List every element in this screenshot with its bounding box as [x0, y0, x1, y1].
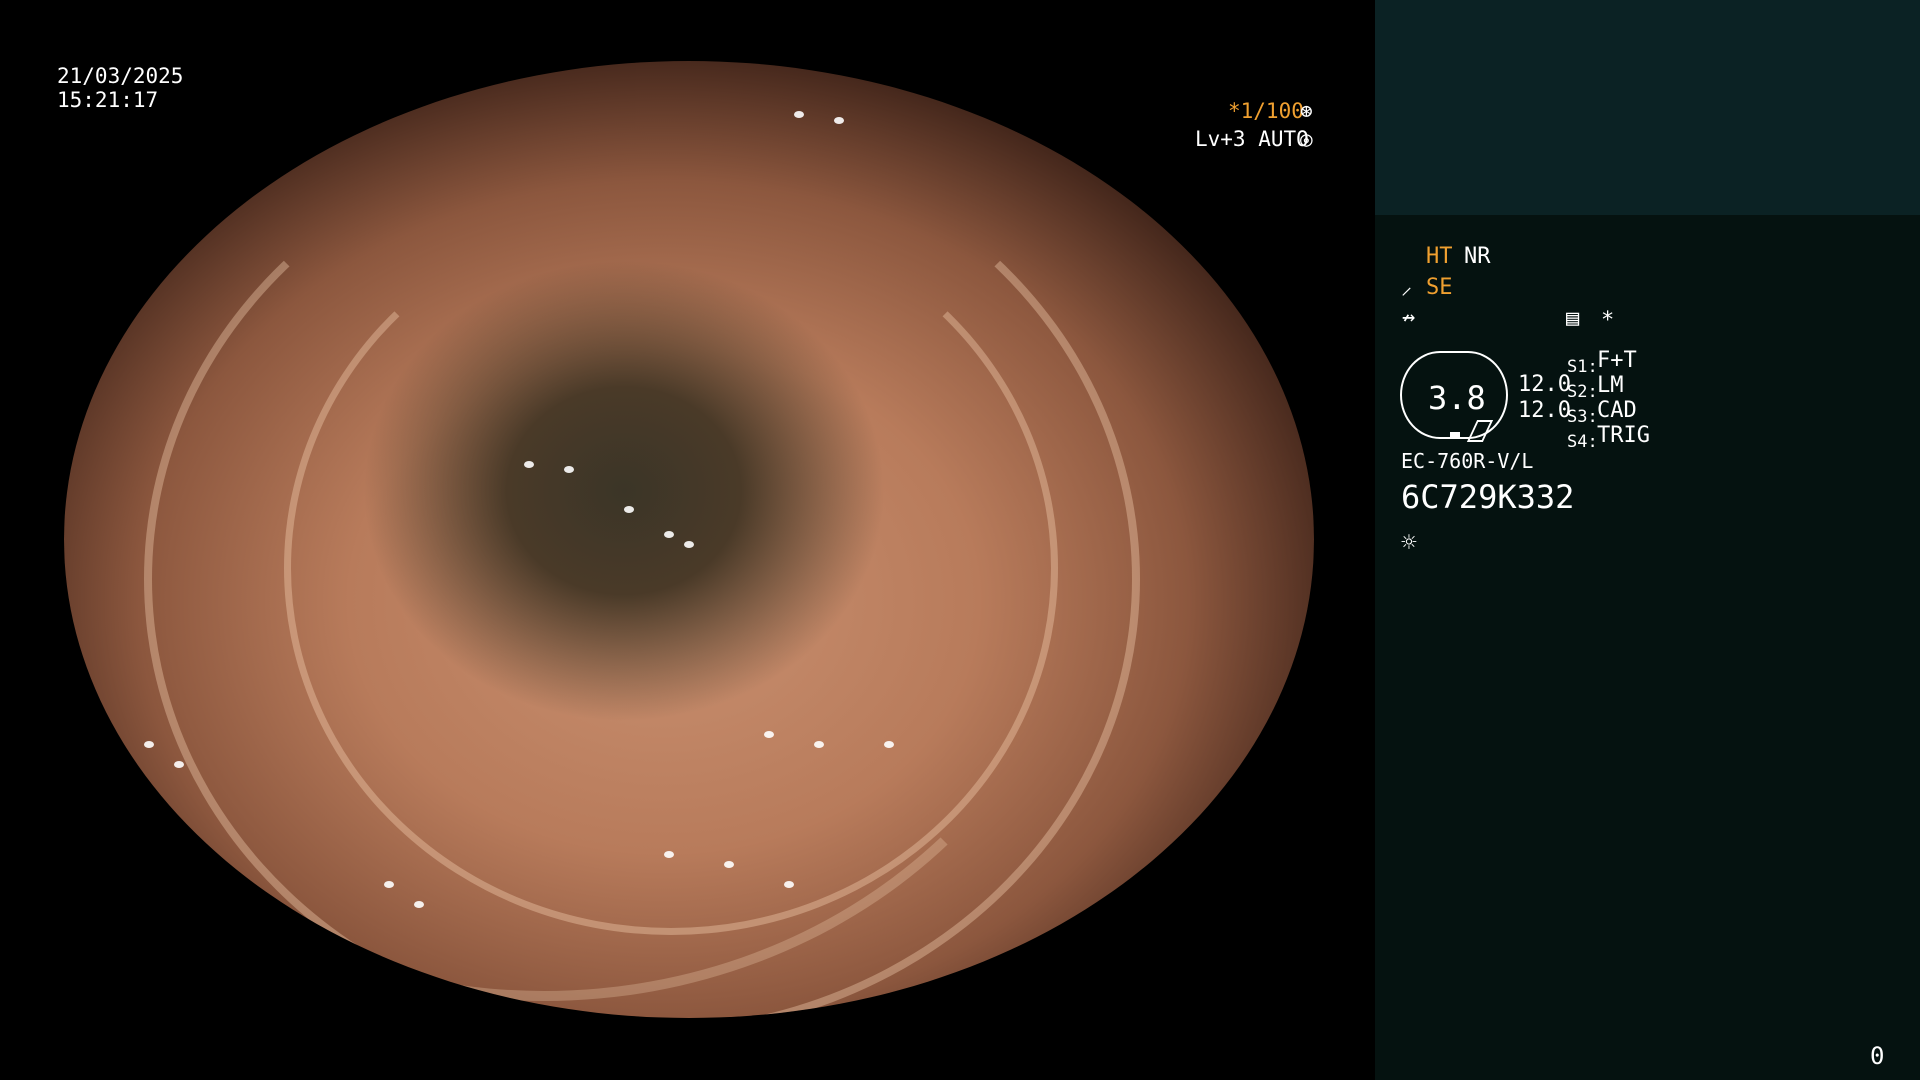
sun-icon: ☼	[1401, 528, 1417, 558]
level-label: Lv+3 AUTO	[1195, 127, 1309, 151]
aperture-icon: ⊛	[1300, 99, 1313, 123]
settings-icon: ▤	[1566, 306, 1580, 331]
switch-value-3: CAD	[1597, 398, 1637, 423]
info-panel-top	[1375, 0, 1920, 215]
endoscopic-image	[64, 61, 1314, 1018]
shutter-label: *1/100	[1228, 99, 1304, 123]
date-label: 21/03/2025	[57, 64, 184, 88]
scope-serial: 6C729K332	[1401, 478, 1575, 516]
info-panel	[1375, 215, 1920, 1080]
scope-icon: ⸝	[1401, 275, 1413, 300]
value-1: 12.0	[1518, 372, 1571, 397]
frame-counter: 0	[1870, 1042, 1885, 1070]
iris-icon: ◎	[1300, 127, 1313, 151]
switch-value-2: LM	[1597, 373, 1624, 398]
scope-model: EC-760R-V/L	[1401, 449, 1534, 473]
time-label: 15:21:17	[57, 88, 159, 112]
switch-key-2: S2:	[1567, 382, 1598, 402]
value-2: 12.0	[1518, 398, 1571, 423]
switch-value-4: TRIG	[1597, 423, 1650, 448]
lens-marker	[1450, 432, 1460, 439]
star-label: *	[1601, 308, 1615, 333]
switch-key-3: S3:	[1567, 407, 1598, 427]
switch-key-4: S4:	[1567, 432, 1598, 452]
lens-value: 3.8	[1428, 379, 1486, 417]
switch-value-1: F+T	[1597, 348, 1637, 373]
endoscope-view: 21/03/2025 15:21:17 *1/100 ⊛ Lv+3 AUTO ◎	[0, 0, 1374, 1080]
ht-label: HT	[1426, 244, 1453, 269]
switch-key-1: S1:	[1567, 357, 1598, 377]
lightning-icon: ↛	[1402, 305, 1416, 330]
se-label: SE	[1426, 275, 1453, 300]
nr-label: NR	[1464, 244, 1491, 269]
